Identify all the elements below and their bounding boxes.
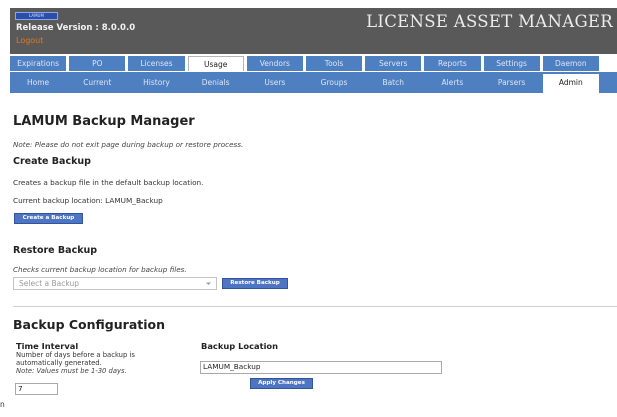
current-backup-location: Current backup location: LAMUM_Backup bbox=[13, 196, 163, 205]
time-interval-input[interactable]: 7 bbox=[15, 383, 58, 395]
create-backup-description: Creates a backup file in the default bac… bbox=[13, 178, 204, 187]
subtab-parsers[interactable]: Parsers bbox=[483, 74, 540, 93]
tab-usage[interactable]: Usage bbox=[187, 56, 244, 71]
truncated-text: n bbox=[0, 400, 5, 409]
tab-reports[interactable]: Reports bbox=[424, 56, 481, 71]
create-backup-heading: Create Backup bbox=[13, 156, 91, 167]
main-nav-tabs: Expirations PO Licenses Usage Vendors To… bbox=[10, 56, 617, 71]
backup-location-heading: Backup Location bbox=[201, 341, 279, 351]
lamum-logo: LAMUM bbox=[15, 12, 58, 20]
subtab-admin[interactable]: Admin bbox=[542, 74, 599, 93]
subtab-home[interactable]: Home bbox=[10, 74, 67, 93]
tab-vendors[interactable]: Vendors bbox=[246, 56, 303, 71]
logo-text: LAMUM bbox=[29, 13, 44, 18]
create-backup-button[interactable]: Create a Backup bbox=[14, 213, 83, 224]
tab-po[interactable]: PO bbox=[69, 56, 126, 71]
logout-link[interactable]: Logout bbox=[16, 36, 43, 45]
time-interval-description-2: automatically generated. bbox=[16, 359, 102, 367]
subtab-batch[interactable]: Batch bbox=[365, 74, 422, 93]
restore-backup-button[interactable]: Restore Backup bbox=[222, 278, 288, 289]
section-divider bbox=[13, 306, 617, 307]
time-interval-description-1: Number of days before a backup is bbox=[16, 351, 135, 359]
tab-licenses[interactable]: Licenses bbox=[128, 56, 185, 71]
backup-location-input[interactable]: LAMUM_Backup bbox=[200, 361, 442, 374]
tab-expirations[interactable]: Expirations bbox=[10, 56, 67, 71]
restore-backup-note: Checks current backup location for backu… bbox=[13, 265, 187, 274]
backup-select[interactable]: Select a Backup bbox=[13, 277, 217, 290]
page-title: LAMUM Backup Manager bbox=[13, 114, 195, 129]
app-title: LICENSE ASSET MANAGER bbox=[366, 12, 613, 31]
time-interval-note: Note: Values must be 1-30 days. bbox=[16, 367, 127, 375]
restore-backup-heading: Restore Backup bbox=[13, 245, 98, 256]
tab-tools[interactable]: Tools bbox=[305, 56, 363, 71]
app-header: LAMUM Release Version : 8.0.0.0 Logout L… bbox=[10, 8, 617, 54]
subtab-history[interactable]: History bbox=[128, 74, 185, 93]
subtab-denials[interactable]: Denials bbox=[187, 74, 244, 93]
tab-daemon[interactable]: Daemon bbox=[542, 56, 599, 71]
subtab-current[interactable]: Current bbox=[69, 74, 126, 93]
backup-configuration-heading: Backup Configuration bbox=[13, 317, 166, 332]
release-version: Release Version : 8.0.0.0 bbox=[16, 23, 136, 33]
subtab-alerts[interactable]: Alerts bbox=[424, 74, 481, 93]
tab-servers[interactable]: Servers bbox=[365, 56, 422, 71]
subtab-groups[interactable]: Groups bbox=[305, 74, 363, 93]
time-interval-heading: Time Interval bbox=[16, 341, 79, 351]
sub-nav-tabs: Home Current History Denials Users Group… bbox=[10, 72, 617, 93]
backup-select-placeholder: Select a Backup bbox=[19, 279, 79, 288]
chevron-down-icon bbox=[204, 278, 213, 289]
page-note: Note: Please do not exit page during bac… bbox=[13, 140, 244, 149]
apply-changes-button[interactable]: Apply Changes bbox=[250, 378, 313, 389]
tab-settings[interactable]: Settings bbox=[483, 56, 540, 71]
subtab-users[interactable]: Users bbox=[246, 74, 303, 93]
